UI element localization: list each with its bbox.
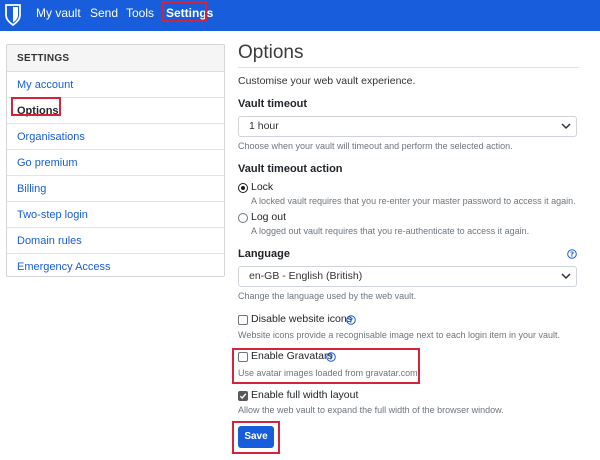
highlight-box-save <box>232 421 280 454</box>
nav-send[interactable]: Send <box>90 0 118 31</box>
chevron-down-icon <box>561 273 571 280</box>
sidebar-item-two-step-login[interactable]: Two-step login <box>7 202 224 228</box>
highlight-box-settings <box>162 1 207 22</box>
radio-lock[interactable] <box>238 183 248 193</box>
language-value: en-GB - English (British) <box>249 270 363 282</box>
nav-tools[interactable]: Tools <box>126 0 154 31</box>
radio-lock-label[interactable]: Lock <box>251 181 273 193</box>
sidebar-item-my-account[interactable]: My account <box>7 72 224 98</box>
svg-text:?: ? <box>570 251 574 259</box>
sidebar-item-go-premium[interactable]: Go premium <box>7 150 224 176</box>
settings-sidebar: SETTINGS My account Options Organisation… <box>6 44 225 277</box>
log-out-help: A logged out vault requires that you re-… <box>251 226 530 236</box>
sidebar-item-domain-rules[interactable]: Domain rules <box>7 228 224 254</box>
highlight-box-options <box>11 97 61 116</box>
svg-text:?: ? <box>349 317 353 325</box>
disable-icons-checkbox[interactable] <box>238 315 248 325</box>
radio-log-out[interactable] <box>238 213 248 223</box>
sidebar-item-organisations[interactable]: Organisations <box>7 124 224 150</box>
language-select[interactable]: en-GB - English (British) <box>238 266 577 287</box>
language-label: Language <box>238 248 290 260</box>
full-width-label[interactable]: Enable full width layout <box>251 389 358 401</box>
lock-help: A locked vault requires that you re-ente… <box>251 196 576 206</box>
vault-timeout-help: Choose when your vault will timeout and … <box>238 141 513 151</box>
vault-timeout-action-label: Vault timeout action <box>238 163 343 175</box>
page-title: Options <box>238 42 304 63</box>
question-circle-icon[interactable]: ? <box>346 315 356 325</box>
bitwarden-shield-icon[interactable] <box>5 4 21 26</box>
vault-timeout-label: Vault timeout <box>238 98 308 110</box>
highlight-box-gravatars <box>232 348 420 384</box>
vault-timeout-select[interactable]: 1 hour <box>238 116 577 137</box>
sidebar-item-billing[interactable]: Billing <box>7 176 224 202</box>
title-divider <box>238 67 579 68</box>
question-circle-icon[interactable]: ? <box>567 249 577 259</box>
full-width-help: Allow the web vault to expand the full w… <box>238 405 504 415</box>
disable-icons-help: Website icons provide a recognisable ima… <box>238 330 561 340</box>
checkmark-icon <box>239 393 247 400</box>
sidebar-header: SETTINGS <box>7 45 224 72</box>
vault-timeout-value: 1 hour <box>249 120 279 132</box>
sidebar-item-emergency-access[interactable]: Emergency Access <box>7 254 224 280</box>
page-subtitle: Customise your web vault experience. <box>238 75 416 87</box>
top-navbar: My vault Send Tools Settings <box>0 0 600 31</box>
nav-my-vault[interactable]: My vault <box>36 0 81 31</box>
disable-icons-label[interactable]: Disable website icons <box>251 313 352 325</box>
full-width-checkbox[interactable] <box>238 391 248 401</box>
chevron-down-icon <box>561 123 571 130</box>
language-help: Change the language used by the web vaul… <box>238 291 417 301</box>
radio-log-out-label[interactable]: Log out <box>251 211 286 223</box>
